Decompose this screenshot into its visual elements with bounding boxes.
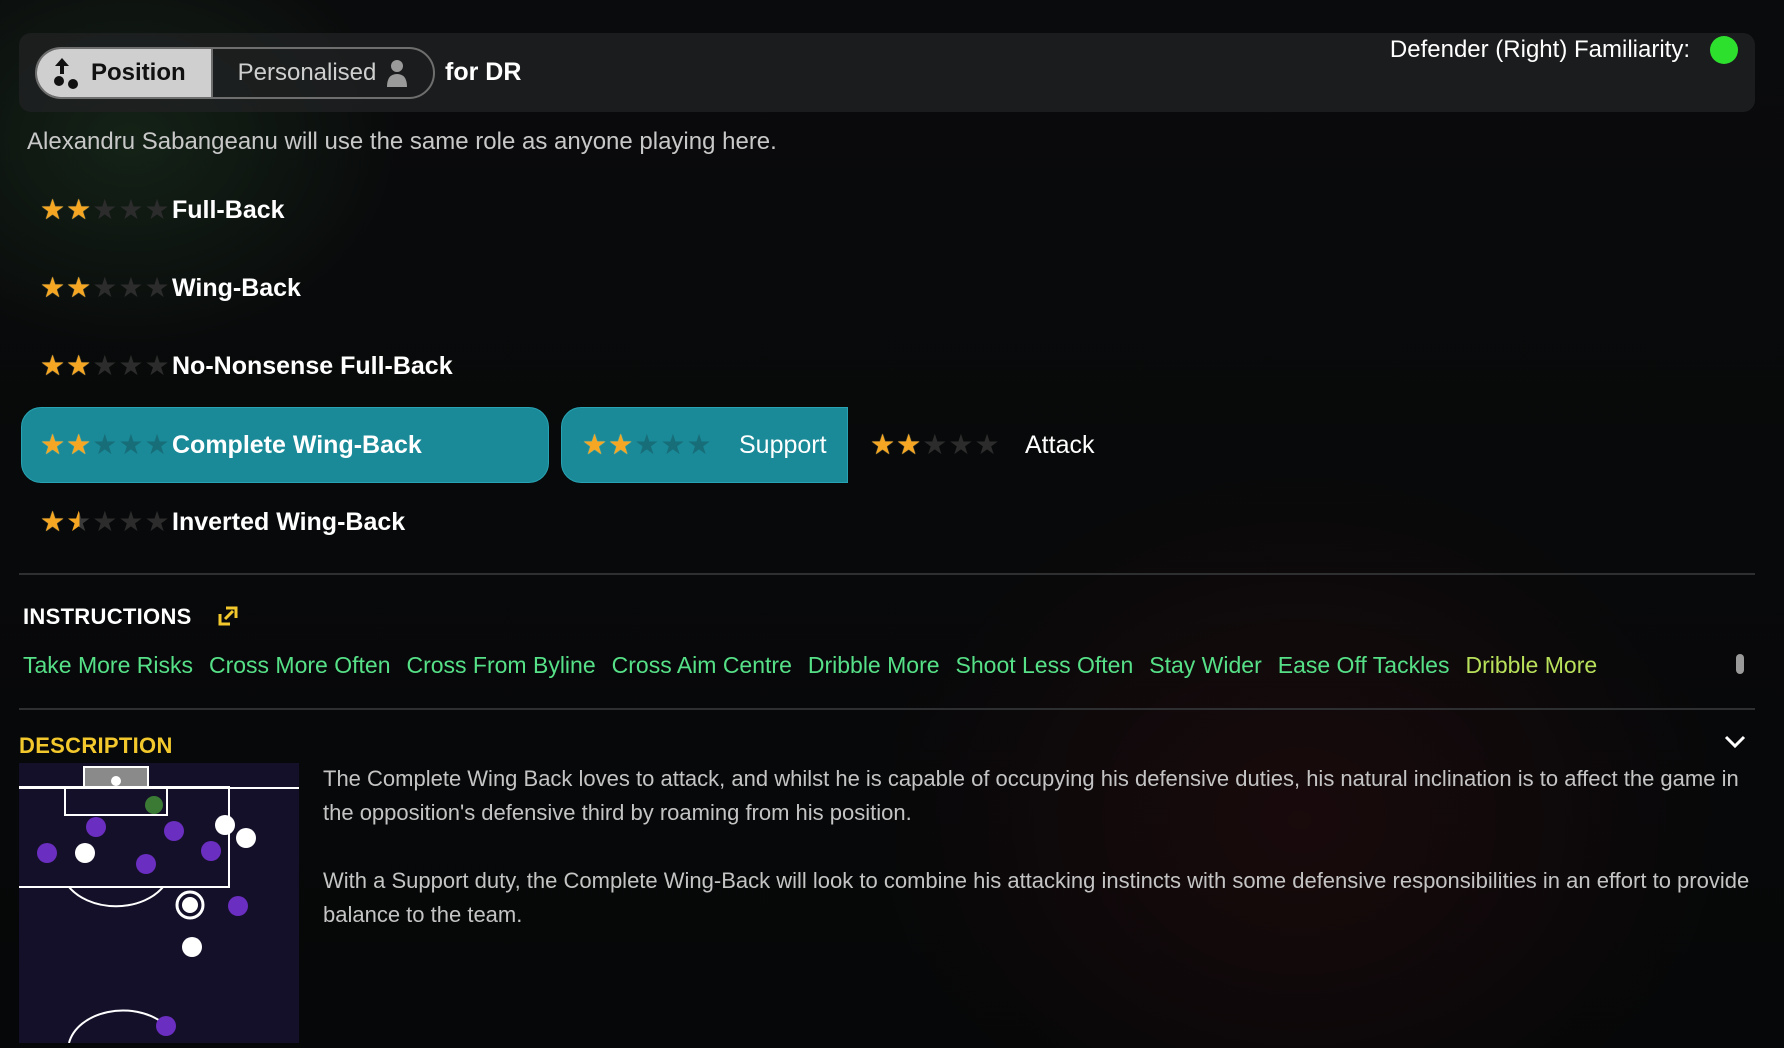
role-subtitle: Alexandru Sabangeanu will use the same r… xyxy=(27,128,777,155)
description-title: DESCRIPTION xyxy=(19,733,173,758)
instruction-item: Dribble More xyxy=(807,652,940,678)
star-icon: ★ xyxy=(92,506,118,537)
role-stars: ★ ★ ★ ★ ★ xyxy=(22,274,172,302)
role-name: Wing-Back xyxy=(172,273,301,302)
star-icon: ★ xyxy=(118,272,144,303)
star-icon: ★ xyxy=(608,429,634,460)
description-paragraph: With a Support duty, the Complete Wing-B… xyxy=(323,868,1750,927)
star-icon: ★ xyxy=(660,429,686,460)
instruction-item: Ease Off Tackles xyxy=(1277,652,1450,678)
expand-icon[interactable] xyxy=(217,605,239,627)
instruction-item: Cross From Byline xyxy=(406,652,596,678)
position-toggle-button[interactable]: Position xyxy=(37,49,213,97)
star-icon: ★ xyxy=(66,350,92,381)
description-text: The Complete Wing Back loves to attack, … xyxy=(323,762,1753,932)
instruction-item: Shoot Less Often xyxy=(955,652,1134,678)
person-icon xyxy=(387,60,408,87)
role-row-inverted-wing-back[interactable]: ★ ★ ★ ★ ★ Inverted Wing-Back xyxy=(22,484,405,560)
star-icon: ★ xyxy=(686,429,712,460)
instructions-title: INSTRUCTIONS xyxy=(23,604,192,629)
role-stars: ★ ★ ★ ★ ★ xyxy=(22,196,172,224)
star-icon: ★ xyxy=(66,429,92,460)
position-toggle-label: Position xyxy=(91,59,186,86)
position-code: for DR xyxy=(445,58,522,86)
star-icon: ★ xyxy=(40,429,66,460)
pitch-diagram xyxy=(19,763,299,1043)
star-icon: ★ xyxy=(948,429,974,460)
star-icon: ★ xyxy=(144,429,170,460)
chevron-down-icon[interactable] xyxy=(1723,733,1747,751)
star-icon: ★ xyxy=(896,429,922,460)
star-icon: ★ xyxy=(144,350,170,381)
position-icon xyxy=(54,58,78,89)
star-icon: ★ xyxy=(92,272,118,303)
divider xyxy=(19,708,1755,710)
role-name: Complete Wing-Back xyxy=(172,430,422,459)
star-icon: ★ xyxy=(870,429,896,460)
star-icon: ★ xyxy=(66,272,92,303)
star-icon: ★ xyxy=(118,506,144,537)
star-icon: ★ xyxy=(92,194,118,225)
star-icon: ★ xyxy=(144,506,170,537)
half-star-icon: ★ xyxy=(66,506,92,537)
duty-label: Support xyxy=(739,430,827,459)
star-icon: ★ xyxy=(144,272,170,303)
role-row-no-nonsense-full-back[interactable]: ★ ★ ★ ★ ★ No-Nonsense Full-Back xyxy=(22,328,453,404)
role-name: Inverted Wing-Back xyxy=(172,507,406,536)
divider xyxy=(19,573,1755,575)
star-icon: ★ xyxy=(144,194,170,225)
star-icon: ★ xyxy=(40,506,66,537)
role-row-wing-back[interactable]: ★ ★ ★ ★ ★ Wing-Back xyxy=(22,250,301,326)
familiarity-label: Defender (Right) Familiarity: xyxy=(1389,36,1690,63)
star-icon: ★ xyxy=(92,350,118,381)
role-row-complete-wing-back[interactable]: ★ ★ ★ ★ ★ Complete Wing-Back xyxy=(22,407,422,483)
star-icon: ★ xyxy=(40,194,66,225)
duty-support-button[interactable]: ★ ★ ★ ★ ★ Support xyxy=(561,407,848,483)
role-row-full-back[interactable]: ★ ★ ★ ★ ★ Full-Back xyxy=(22,172,285,248)
personalised-toggle-label: Personalised xyxy=(237,59,377,86)
star-icon: ★ xyxy=(66,194,92,225)
duty-stars: ★ ★ ★ ★ ★ xyxy=(582,431,739,459)
star-icon: ★ xyxy=(40,350,66,381)
role-stars: ★ ★ ★ ★ ★ xyxy=(22,431,172,459)
star-icon: ★ xyxy=(634,429,660,460)
instructions-scrollbar[interactable] xyxy=(1736,654,1744,674)
duty-attack-button[interactable]: ★ ★ ★ ★ ★ Attack xyxy=(870,407,1094,483)
star-icon: ★ xyxy=(118,194,144,225)
star-icon: ★ xyxy=(118,429,144,460)
star-icon: ★ xyxy=(582,429,608,460)
personalised-toggle-button[interactable]: Personalised xyxy=(213,49,433,97)
instruction-item: Take More Risks xyxy=(23,652,193,678)
star-icon: ★ xyxy=(974,429,1000,460)
familiarity-indicator xyxy=(1710,36,1738,64)
role-stars: ★ ★ ★ ★ ★ xyxy=(22,352,172,380)
role-mode-toggle[interactable]: Position Personalised xyxy=(35,47,435,99)
role-name: Full-Back xyxy=(172,195,285,224)
role-name: No-Nonsense Full-Back xyxy=(172,351,453,380)
role-stars: ★ ★ ★ ★ ★ xyxy=(22,508,172,536)
star-icon: ★ xyxy=(118,350,144,381)
instruction-item: Cross More Often xyxy=(208,652,391,678)
instruction-item: Dribble More xyxy=(1465,652,1598,678)
instruction-list: Take More Risks Cross More Often Cross F… xyxy=(23,652,1597,679)
instruction-item: Stay Wider xyxy=(1149,652,1262,678)
duty-label: Attack xyxy=(1025,430,1095,459)
star-icon: ★ xyxy=(922,429,948,460)
duty-stars: ★ ★ ★ ★ ★ xyxy=(870,431,1025,459)
instruction-item: Cross Aim Centre xyxy=(611,652,792,678)
description-paragraph: The Complete Wing Back loves to attack, … xyxy=(323,766,1739,825)
star-icon: ★ xyxy=(40,272,66,303)
star-icon: ★ xyxy=(92,429,118,460)
